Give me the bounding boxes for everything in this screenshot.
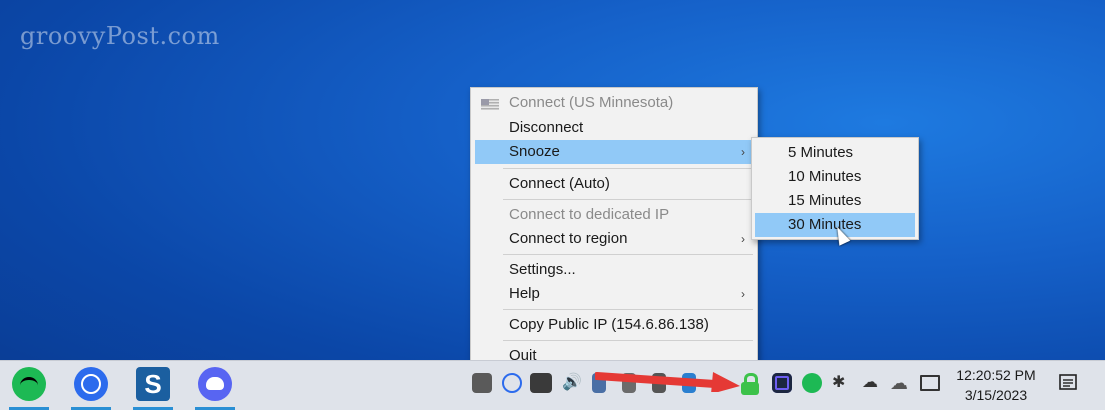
menu-item-connect-dedicated-ip: Connect to dedicated IP — [475, 203, 753, 227]
vpn-context-menu: Connect (US Minnesota) Disconnect Snooze… — [470, 87, 758, 373]
menu-item-label: Copy Public IP (154.6.86.138) — [509, 316, 709, 333]
clock[interactable]: 12:20:52 PM 3/15/2023 — [950, 365, 1042, 405]
onedrive-icon[interactable]: ☁ — [890, 373, 910, 393]
menu-item-copy-public-ip[interactable]: Copy Public IP (154.6.86.138) — [475, 313, 753, 337]
chevron-right-icon: › — [741, 287, 745, 301]
menu-item-label: Snooze — [509, 143, 560, 160]
signal-icon[interactable] — [74, 367, 108, 401]
menu-item-label: Help — [509, 285, 540, 302]
signal-tray-icon[interactable] — [502, 373, 522, 393]
menu-item-help[interactable]: Help › — [475, 282, 753, 306]
submenu-item-15-minutes[interactable]: 15 Minutes — [755, 189, 915, 213]
slack-icon[interactable]: ✱ — [832, 373, 852, 393]
menu-item-settings[interactable]: Settings... — [475, 258, 753, 282]
submenu-item-label: 5 Minutes — [788, 144, 854, 161]
spotify-icon[interactable] — [12, 367, 46, 401]
menu-item-label: Connect (US Minnesota) — [509, 94, 674, 111]
menu-item-label: Connect (Auto) — [509, 175, 610, 192]
us-flag-icon — [481, 99, 499, 110]
menu-item-label: Disconnect — [509, 119, 584, 136]
volume-icon[interactable]: 🔊 — [562, 373, 582, 393]
menu-item-connect-auto[interactable]: Connect (Auto) — [475, 172, 753, 196]
vpn-lock-icon[interactable] — [741, 373, 759, 395]
submenu-item-10-minutes[interactable]: 10 Minutes — [755, 165, 915, 189]
menu-item-connect-to-region[interactable]: Connect to region › — [475, 227, 753, 251]
menu-item-label: Settings... — [509, 261, 576, 278]
chevron-right-icon: › — [741, 145, 745, 159]
clock-time: 12:20:52 PM — [956, 367, 1036, 383]
submenu-item-label: 10 Minutes — [788, 168, 862, 185]
spotify-tray-icon[interactable] — [802, 373, 822, 393]
discord-icon[interactable] — [198, 367, 232, 401]
menu-separator — [503, 199, 753, 200]
submenu-item-label: 15 Minutes — [788, 192, 862, 209]
cloud-upload-icon[interactable]: ☁ — [862, 373, 882, 393]
annotation-arrow-icon — [595, 372, 740, 392]
menu-separator — [503, 340, 753, 341]
snagit-icon[interactable] — [136, 367, 170, 401]
chevron-right-icon: › — [741, 232, 745, 246]
submenu-item-label: 30 Minutes — [788, 216, 862, 233]
menu-item-label: Connect to dedicated IP — [509, 206, 670, 223]
taskbar: 🔊 ✱ ☁ ☁ 12:20:52 PM 3/15/2023 — [0, 360, 1105, 410]
clock-date: 3/15/2023 — [964, 387, 1028, 403]
menu-item-label: Connect to region — [509, 230, 628, 247]
menu-separator — [503, 309, 753, 310]
menu-item-snooze[interactable]: Snooze › — [475, 140, 753, 164]
discord-tray-icon[interactable] — [472, 373, 492, 393]
watermark: groovyPost.com — [20, 22, 220, 50]
network-icon[interactable] — [920, 375, 940, 391]
menu-item-disconnect[interactable]: Disconnect — [475, 116, 753, 140]
nvidia-icon[interactable] — [530, 373, 552, 393]
menu-separator — [503, 168, 753, 169]
record-icon[interactable] — [772, 373, 792, 393]
menu-separator — [503, 254, 753, 255]
snooze-submenu: 5 Minutes 10 Minutes 15 Minutes 30 Minut… — [751, 137, 919, 240]
notification-icon[interactable] — [1058, 373, 1078, 393]
submenu-item-5-minutes[interactable]: 5 Minutes — [755, 141, 915, 165]
menu-item-connect-us-minnesota: Connect (US Minnesota) — [475, 91, 753, 115]
